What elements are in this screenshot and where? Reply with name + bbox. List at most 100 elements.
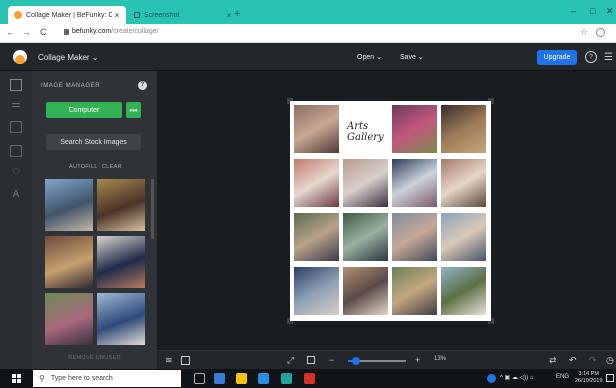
collage-cell[interactable] [294, 105, 339, 153]
collage-cell[interactable] [294, 213, 339, 261]
autofill-link[interactable]: AUTOFILL [69, 164, 98, 170]
address-bar: ← → C befunky.com/create/collage/ ☆ [0, 24, 616, 43]
taskbar-search-input[interactable]: ⚲ Type here to search [33, 370, 181, 387]
chrome-icon[interactable] [281, 373, 292, 384]
image-icon[interactable] [181, 356, 190, 365]
photo-thumbnail[interactable] [45, 293, 93, 345]
zoom-value: 13% [434, 356, 447, 362]
zoom-out-icon[interactable]: − [329, 355, 334, 365]
back-icon[interactable]: ← [6, 27, 15, 37]
photo-thumbnail[interactable] [45, 179, 93, 231]
app-name-menu[interactable]: Collage Maker ⌄ [38, 53, 99, 62]
store-icon[interactable] [258, 373, 269, 384]
photo-thumbnail[interactable] [97, 293, 145, 345]
save-menu[interactable]: Save ⌄ [400, 53, 424, 61]
close-icon[interactable]: × [112, 11, 122, 20]
computer-upload-button[interactable]: Computer [46, 102, 122, 118]
photo-icon[interactable] [10, 145, 22, 157]
language-indicator[interactable]: ENG [556, 374, 569, 380]
url-path: /create/collage/ [111, 28, 159, 35]
clock-date: 26/10/2019 [575, 378, 603, 384]
collage-cell[interactable] [441, 213, 486, 261]
minimize-icon[interactable]: – [571, 6, 576, 16]
image-manager-panel: IMAGE MANAGER ? Computer ••• Search Stoc… [32, 71, 157, 369]
layers-icon[interactable]: ≋ [165, 355, 173, 366]
befunky-logo-icon[interactable] [13, 50, 27, 64]
clear-link[interactable]: CLEAR [102, 164, 122, 170]
open-menu[interactable]: Open ⌄ [357, 53, 382, 61]
photo-thumbnail[interactable] [45, 236, 93, 288]
tab-label: Collage Maker | BeFunky: Create [26, 11, 112, 19]
collage-cell[interactable] [294, 267, 339, 315]
tab-collage-maker[interactable]: Collage Maker | BeFunky: Create × [8, 6, 126, 24]
collage-cell[interactable] [392, 105, 437, 153]
actual-size-icon[interactable] [307, 356, 315, 364]
url-field[interactable]: befunky.com/create/collage/ [72, 28, 159, 35]
collage-cell[interactable] [392, 159, 437, 207]
task-view-icon[interactable] [194, 373, 205, 384]
collage-cell[interactable] [392, 213, 437, 261]
befunky-favicon-icon [14, 11, 22, 19]
info-icon[interactable]: ? [138, 81, 147, 90]
collage-cell[interactable] [392, 267, 437, 315]
photo-thumbnail[interactable] [97, 236, 145, 288]
tab-label: Screenshot [144, 11, 180, 19]
hamburger-menu-icon[interactable]: ☰ [604, 52, 613, 63]
windows-taskbar: ⚲ Type here to search ^ ▣ ☁ ◁)) ⌂ ENG 3:… [0, 369, 616, 388]
people-icon[interactable] [487, 374, 496, 383]
tray-icons[interactable]: ^ ▣ ☁ ◁)) ⌂ [500, 374, 533, 381]
clock[interactable]: 3:14 PM 26/10/2019 [575, 371, 603, 385]
image-manager-icon[interactable] [10, 79, 22, 91]
collage-cell[interactable]: Arts Gallery [343, 105, 388, 153]
reload-icon[interactable]: C [40, 27, 47, 37]
search-icon: ⚲ [39, 374, 45, 383]
layout-icon[interactable]: ⚌ [10, 99, 22, 111]
bookmark-star-icon[interactable]: ☆ [580, 27, 588, 38]
maximize-icon[interactable]: □ [590, 6, 595, 16]
search-stock-images-button[interactable]: Search Stock Images [46, 134, 141, 150]
file-explorer-icon[interactable] [214, 373, 225, 384]
canvas-area: Arts Gallery [157, 71, 616, 350]
collage-cell[interactable] [343, 213, 388, 261]
zoom-slider-handle[interactable] [351, 357, 360, 365]
history-icon[interactable]: ◷ [606, 355, 614, 366]
collage-cell[interactable] [343, 267, 388, 315]
app-icon[interactable] [304, 373, 315, 384]
panel-title: IMAGE MANAGER [41, 83, 101, 89]
zoom-in-icon[interactable]: + [415, 355, 420, 365]
page-favicon-icon [134, 12, 140, 18]
collage-cell[interactable] [441, 105, 486, 153]
collage-canvas[interactable]: Arts Gallery [290, 101, 491, 321]
close-icon[interactable]: × [224, 11, 234, 20]
zoom-slider[interactable] [348, 357, 406, 365]
grid-icon[interactable] [10, 121, 22, 133]
text-icon[interactable]: A [10, 189, 22, 201]
photo-thumbnail[interactable] [97, 179, 145, 231]
browser-tab-bar: Collage Maker | BeFunky: Create × Screen… [0, 0, 616, 24]
shuffle-icon[interactable]: ⇄ [549, 355, 557, 366]
heart-icon[interactable]: ♡ [10, 167, 22, 179]
collage-cell[interactable] [441, 159, 486, 207]
more-sources-button[interactable]: ••• [126, 102, 141, 118]
help-icon[interactable]: ? [585, 51, 597, 63]
close-window-icon[interactable]: ✕ [606, 6, 614, 17]
lock-icon [64, 29, 69, 35]
undo-icon[interactable]: ↶ [569, 355, 577, 366]
account-icon[interactable] [596, 28, 605, 37]
upgrade-button[interactable]: Upgrade [537, 50, 577, 65]
fit-screen-icon[interactable]: ⤢ [287, 355, 294, 366]
remove-unused-link[interactable]: REMOVE UNUSED [32, 355, 157, 361]
notifications-icon[interactable] [606, 374, 614, 382]
forward-icon[interactable]: → [22, 27, 31, 37]
windows-start-icon[interactable] [12, 374, 21, 383]
tab-screenshot[interactable]: Screenshot × [128, 6, 238, 24]
app-header: Collage Maker ⌄ Open ⌄ Save ⌄ Upgrade ? … [0, 43, 616, 71]
collage-cell[interactable] [343, 159, 388, 207]
redo-icon[interactable]: ↷ [589, 355, 597, 366]
new-tab-icon[interactable]: + [234, 8, 240, 20]
panel-scrollbar[interactable] [151, 179, 154, 239]
collage-cell[interactable] [294, 159, 339, 207]
collage-cell[interactable] [441, 267, 486, 315]
thumbnail-grid [43, 179, 147, 347]
folder-icon[interactable] [236, 373, 247, 384]
